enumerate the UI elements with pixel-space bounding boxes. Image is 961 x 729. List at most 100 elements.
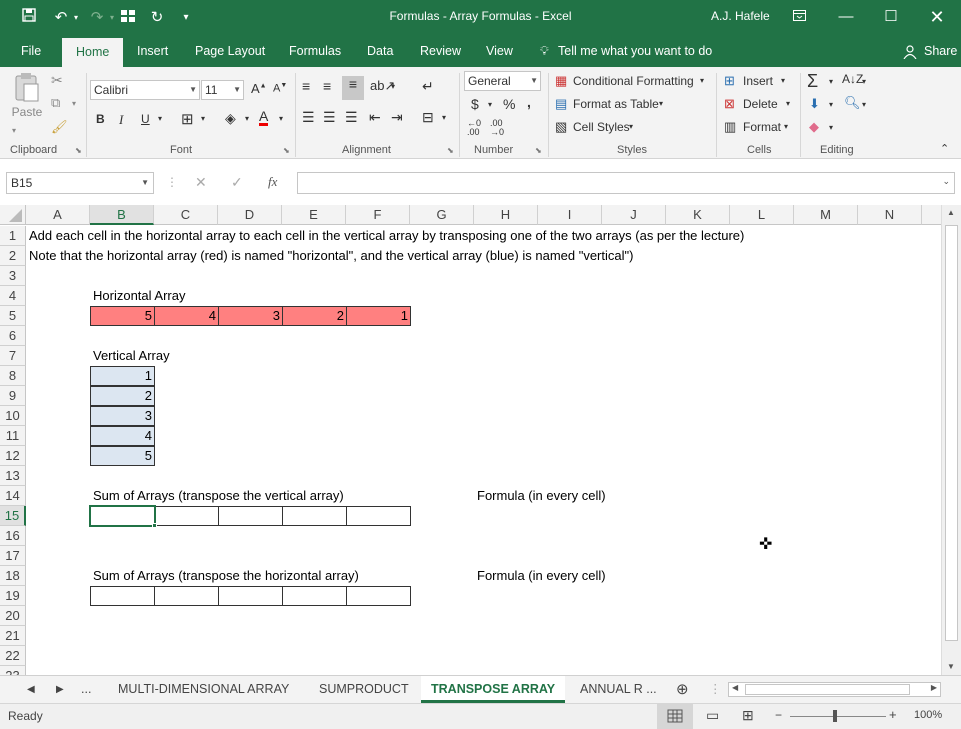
sum-cell[interactable] [154,506,219,526]
font-size-combo[interactable]: 11 ▼ [201,80,244,100]
format-button[interactable]: Format [743,120,781,134]
scroll-tabs-right-icon[interactable]: ▶ [56,676,64,703]
borders-dropdown-icon[interactable]: ▾ [201,114,205,123]
column-header-partial[interactable] [922,205,942,225]
formula-input[interactable]: ⌄ [297,172,955,194]
increase-decimal-icon[interactable]: ←0.00 [467,119,481,137]
vertical-array-cell[interactable]: 4 [90,426,155,446]
clear-icon[interactable]: ◆ [809,119,819,135]
sum-cell[interactable] [346,506,411,526]
row-header-4[interactable]: 4 [0,286,26,306]
add-sheet-icon[interactable]: ⊕ [676,676,689,703]
row-header-11[interactable]: 11 [0,426,26,446]
column-header-k[interactable]: K [666,205,730,225]
horizontal-array-cell[interactable]: 4 [154,306,219,326]
row-header-18[interactable]: 18 [0,566,26,586]
scroll-down-icon[interactable]: ▼ [947,662,955,671]
delete-dropdown-icon[interactable]: ▾ [786,99,790,108]
column-header-g[interactable]: G [410,205,474,225]
fill-dropdown-icon[interactable]: ▾ [245,114,249,123]
worksheet-grid[interactable]: A B C D E F G H I J K L M N 1 2 3 4 5 6 … [0,205,961,675]
row-header-17[interactable]: 17 [0,546,26,566]
vertical-array-cell[interactable]: 5 [90,446,155,466]
scroll-thumb[interactable] [945,225,958,641]
cell-a2[interactable]: Note that the horizontal array (red) is … [29,246,633,266]
zoom-out-icon[interactable]: − [775,708,782,722]
increase-indent-icon[interactable]: ⇥ [391,109,403,126]
format-table-dropdown-icon[interactable]: ▾ [659,99,663,108]
font-name-combo[interactable]: Calibri ▼ [90,80,200,100]
row-header-5[interactable]: 5 [0,306,26,326]
share-icon[interactable] [901,36,919,67]
row-header-20[interactable]: 20 [0,606,26,626]
merge-dropdown-icon[interactable]: ▾ [442,113,446,122]
zoom-slider-thumb[interactable] [833,710,837,722]
fill-handle[interactable] [152,523,157,528]
decrease-decimal-icon[interactable]: .00 →0 [490,119,504,137]
decrease-font-icon[interactable]: A▼ [273,82,287,95]
row-header-15[interactable]: 15 [0,506,26,526]
collapse-ribbon-icon[interactable]: ⌃ [940,142,949,155]
align-center-icon[interactable]: ☰ [323,109,336,126]
paste-button[interactable]: Paste [10,72,44,127]
tab-insert[interactable]: Insert [135,36,170,67]
ribbon-display-icon[interactable] [787,6,811,28]
row-header-1[interactable]: 1 [0,226,26,246]
maximize-icon[interactable]: ☐ [879,6,903,28]
comma-button[interactable]: , [527,94,531,110]
zoom-slider[interactable] [790,716,886,717]
sheet-tab-transpose-array[interactable]: TRANSPOSE ARRAY [421,676,566,703]
decrease-indent-icon[interactable]: ⇤ [369,109,381,126]
bold-button[interactable]: B [96,112,105,126]
column-header-a[interactable]: A [26,205,90,225]
paste-dropdown-icon[interactable]: ▾ [12,126,16,135]
sum-cell[interactable] [282,506,347,526]
row-header-2[interactable]: 2 [0,246,26,266]
row-header-6[interactable]: 6 [0,326,26,346]
tab-data[interactable]: Data [365,36,395,67]
close-icon[interactable]: ✕ [925,6,949,28]
insert-dropdown-icon[interactable]: ▾ [781,76,785,85]
column-header-d[interactable]: D [218,205,282,225]
tab-review[interactable]: Review [418,36,463,67]
fill-down-icon[interactable]: ⬇ [809,96,820,112]
sort-filter-icon[interactable]: A↓Z [842,72,863,86]
sum-cell[interactable] [90,586,155,606]
cell-styles-icon[interactable]: ▧ [555,119,567,135]
format-dropdown-icon[interactable]: ▾ [784,122,788,131]
autosum-icon[interactable]: Σ [807,71,818,92]
column-header-e[interactable]: E [282,205,346,225]
share-button[interactable]: Share [922,36,959,67]
horizontal-array-cell[interactable]: 2 [282,306,347,326]
horizontal-array-cell[interactable]: 5 [90,306,155,326]
formula-bar-grip-icon[interactable]: ⋮ [166,175,178,189]
conditional-dropdown-icon[interactable]: ▾ [700,76,704,85]
align-bottom-icon[interactable]: ≡ [342,76,364,100]
number-launcher-icon[interactable]: ⬊ [535,146,542,155]
sheet-tab-annual[interactable]: ANNUAL R ... [580,676,657,703]
row-header-16[interactable]: 16 [0,526,26,546]
insert-function-button[interactable]: fx [268,174,277,190]
underline-button[interactable]: U [141,112,150,126]
minimize-icon[interactable]: — [834,6,858,28]
sum-cell[interactable] [218,506,283,526]
row-header-9[interactable]: 9 [0,386,26,406]
conditional-formatting-button[interactable]: Conditional Formatting [573,74,694,88]
borders-icon[interactable]: ⊞ [181,110,194,128]
column-header-h[interactable]: H [474,205,538,225]
font-launcher-icon[interactable]: ⬊ [283,146,290,155]
italic-button[interactable]: I [119,112,123,128]
format-table-icon[interactable]: ▤ [555,96,567,112]
sum-cell[interactable] [218,586,283,606]
vertical-array-cell[interactable]: 1 [90,366,155,386]
fill-dropdown-icon[interactable]: ▾ [829,100,833,109]
tell-me-box[interactable]: Tell me what you want to do [556,36,714,67]
sheet-tab-multi-dimensional[interactable]: MULTI-DIMENSIONAL ARRAY [118,676,289,703]
row-header-8[interactable]: 8 [0,366,26,386]
sheet-tab-more[interactable]: ... [81,676,91,703]
horizontal-array-cell[interactable]: 3 [218,306,283,326]
align-middle-icon[interactable]: ≡ [323,78,331,94]
wrap-text-icon[interactable]: ↵ [422,78,434,95]
page-layout-view-icon[interactable]: ▭ [706,707,719,724]
tab-file[interactable]: File [19,36,43,67]
